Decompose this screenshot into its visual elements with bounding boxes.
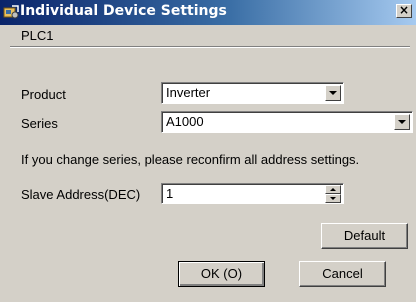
close-icon: ×	[398, 3, 410, 17]
cancel-button[interactable]: Cancel	[299, 261, 386, 287]
product-value: Inverter	[166, 85, 211, 100]
chevron-down-icon[interactable]	[394, 114, 410, 130]
divider	[10, 46, 410, 48]
product-label: Product	[21, 87, 66, 102]
window-title: Individual Device Settings	[20, 3, 227, 19]
slave-address-label: Slave Address(DEC)	[21, 187, 141, 202]
close-button[interactable]: ×	[396, 4, 412, 18]
series-label: Series	[21, 116, 58, 131]
slave-address-value: 1	[166, 186, 174, 201]
arrow-up-icon[interactable]	[325, 185, 341, 194]
device-name-label: PLC1	[21, 28, 54, 43]
default-button[interactable]: Default	[321, 223, 408, 249]
series-value: A1000	[166, 114, 204, 129]
title-bar: Individual Device Settings ×	[0, 0, 416, 25]
arrow-down-icon[interactable]	[325, 194, 341, 203]
ok-button[interactable]: OK (O)	[178, 261, 265, 287]
app-icon	[3, 5, 19, 19]
series-notice: If you change series, please reconfirm a…	[21, 152, 360, 167]
product-select[interactable]: Inverter	[161, 82, 344, 104]
slave-address-spinner[interactable]	[325, 185, 341, 203]
chevron-down-icon[interactable]	[325, 85, 341, 101]
series-select[interactable]: A1000	[161, 111, 413, 133]
slave-address-field[interactable]: 1	[161, 183, 344, 204]
